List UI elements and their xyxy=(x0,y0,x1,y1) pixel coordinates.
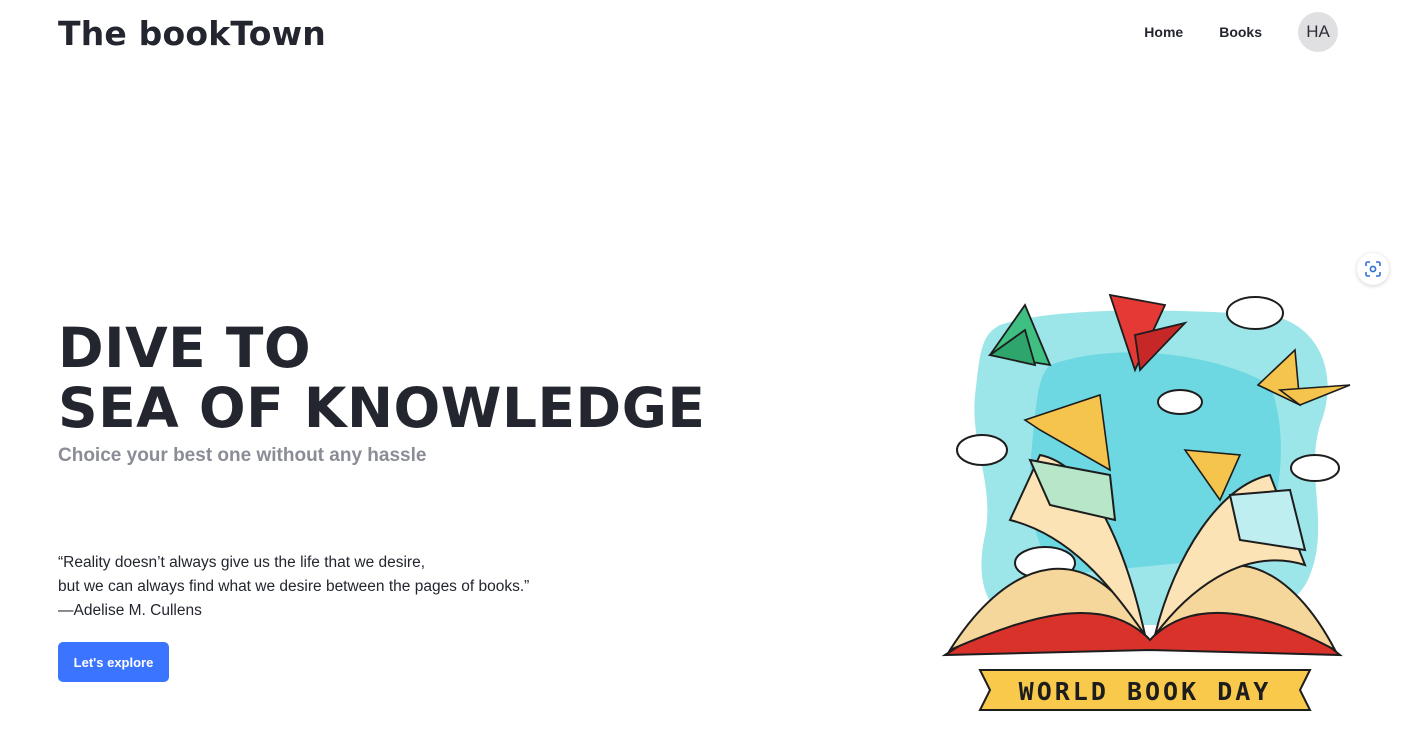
hero-title-line2: SEA OF KNOWLEDGE xyxy=(58,376,706,440)
quote-line2: but we can always find what we desire be… xyxy=(58,578,530,595)
scan-icon xyxy=(1365,261,1381,277)
book-quote: “Reality doesn’t always give us the life… xyxy=(58,551,529,623)
explore-button[interactable]: Let's explore xyxy=(58,642,169,682)
quote-author: —Adelise M. Cullens xyxy=(58,602,202,619)
banner-text: WORLD BOOK DAY xyxy=(1019,677,1272,706)
user-avatar[interactable]: HA xyxy=(1298,12,1338,52)
quote-line1: “Reality doesn’t always give us the life… xyxy=(58,554,426,571)
scan-button[interactable] xyxy=(1357,253,1389,285)
main-nav: Home Books HA xyxy=(1144,10,1338,54)
hero-title-line1: DIVE TO xyxy=(58,316,312,380)
hero-subtitle: Choice your best one without any hassle xyxy=(58,445,427,466)
hero-title: DIVE TO SEA OF KNOWLEDGE xyxy=(58,318,705,438)
brand-logo[interactable]: The bookTown xyxy=(58,12,326,56)
world-book-day-illustration: WORLD BOOK DAY xyxy=(941,293,1351,711)
nav-home-link[interactable]: Home xyxy=(1144,10,1183,54)
nav-books-link[interactable]: Books xyxy=(1219,10,1262,54)
